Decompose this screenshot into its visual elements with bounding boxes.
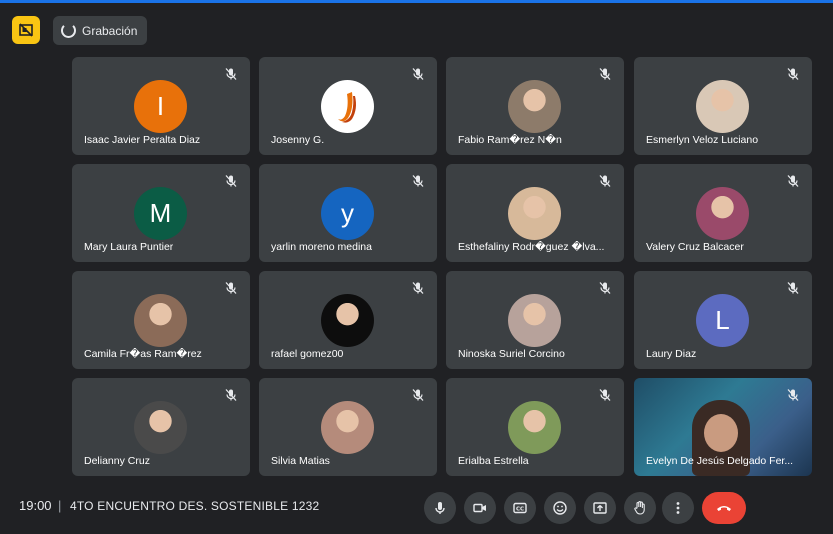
participant-tile[interactable]: Esthefaliny Rodr�guez �lva... xyxy=(446,164,624,262)
participant-tile[interactable]: M Mary Laura Puntier xyxy=(72,164,250,262)
participant-name: Esthefaliny Rodr�guez �lva... xyxy=(458,241,605,253)
leave-call-button[interactable] xyxy=(702,492,746,524)
participant-name: Laury Diaz xyxy=(646,348,697,360)
participant-name: Camila Fr�as Ram�rez xyxy=(84,348,202,360)
mic-muted-icon xyxy=(787,175,799,187)
participant-tile[interactable]: Camila Fr�as Ram�rez xyxy=(72,271,250,369)
mic-muted-icon xyxy=(225,389,237,401)
participant-tile[interactable]: y yarlin moreno medina xyxy=(259,164,437,262)
raise-hand-button[interactable] xyxy=(624,492,656,524)
participant-avatar: I xyxy=(134,80,187,133)
participant-name: rafael gomez00 xyxy=(271,348,344,360)
mic-icon xyxy=(435,502,445,514)
mic-muted-icon xyxy=(787,68,799,80)
more-options-button[interactable] xyxy=(662,492,694,524)
mic-muted-icon xyxy=(225,175,237,187)
bottom-toolbar: 19:00 | 4TO ENCUENTRO DES. SOSTENIBLE 12… xyxy=(0,486,833,534)
recording-indicator-button[interactable] xyxy=(12,16,40,44)
svg-text:CC: CC xyxy=(516,507,524,513)
reactions-button[interactable] xyxy=(544,492,576,524)
top-accent-bar xyxy=(0,0,833,3)
participant-name: Evelyn De Jesús Delgado Fer... xyxy=(646,455,794,467)
participant-avatar xyxy=(321,401,374,454)
participant-avatar xyxy=(508,294,561,347)
participant-tile[interactable]: Fabio Ram�rez N�n xyxy=(446,57,624,155)
captions-icon: CC xyxy=(513,502,527,514)
participant-avatar: y xyxy=(321,187,374,240)
mic-muted-icon xyxy=(412,389,424,401)
participant-avatar xyxy=(134,401,187,454)
participant-tile[interactable]: Silvia Matias xyxy=(259,378,437,476)
mic-muted-icon xyxy=(412,175,424,187)
mic-muted-icon xyxy=(412,282,424,294)
participant-avatar: L xyxy=(696,294,749,347)
emoji-icon xyxy=(553,501,567,515)
participant-avatar xyxy=(696,187,749,240)
participant-name: Isaac Javier Peralta Diaz xyxy=(84,134,201,146)
participant-avatar xyxy=(321,294,374,347)
participant-avatar: M xyxy=(134,187,187,240)
participant-avatar xyxy=(696,80,749,133)
participant-name: Esmerlyn Veloz Luciano xyxy=(646,134,759,146)
participant-avatar xyxy=(508,401,561,454)
mic-muted-icon xyxy=(225,282,237,294)
participant-name: Silvia Matias xyxy=(271,455,330,467)
mic-muted-icon xyxy=(599,175,611,187)
participant-face xyxy=(704,414,738,452)
mic-muted-icon xyxy=(412,68,424,80)
participant-tile[interactable]: rafael gomez00 xyxy=(259,271,437,369)
participant-name: Valery Cruz Balcacer xyxy=(646,241,744,253)
participant-tile[interactable]: Erialba Estrella xyxy=(446,378,624,476)
participant-tile[interactable]: Evelyn De Jesús Delgado Fer... xyxy=(634,378,812,476)
call-end-icon xyxy=(717,506,731,511)
mic-button[interactable] xyxy=(424,492,456,524)
participant-tile[interactable]: I Isaac Javier Peralta Diaz xyxy=(72,57,250,155)
participant-tile[interactable]: Ninoska Suriel Corcino xyxy=(446,271,624,369)
participant-name: Mary Laura Puntier xyxy=(84,241,174,253)
hand-icon xyxy=(634,501,645,515)
loading-spinner-icon xyxy=(61,23,76,38)
mic-muted-icon xyxy=(787,389,799,401)
participant-tile[interactable]: Valery Cruz Balcacer xyxy=(634,164,812,262)
mic-muted-icon xyxy=(225,68,237,80)
participant-name: Fabio Ram�rez N�n xyxy=(458,134,562,146)
camera-off-icon xyxy=(473,503,486,513)
participant-tile[interactable]: Esmerlyn Veloz Luciano xyxy=(634,57,812,155)
participant-name: Josenny G. xyxy=(271,134,325,146)
participant-tile[interactable]: Delianny Cruz xyxy=(72,378,250,476)
participant-avatar xyxy=(508,80,561,133)
participant-name: Erialba Estrella xyxy=(458,455,529,467)
logo-icon xyxy=(337,91,356,123)
participant-tile[interactable]: Josenny G. xyxy=(259,57,437,155)
participant-avatar xyxy=(508,187,561,240)
recording-status-pill[interactable]: Grabación xyxy=(53,16,148,45)
participant-name: Ninoska Suriel Corcino xyxy=(458,348,565,360)
participant-name: Delianny Cruz xyxy=(84,455,150,467)
participant-avatar xyxy=(321,80,374,133)
mic-muted-icon xyxy=(599,282,611,294)
present-screen-icon xyxy=(593,502,607,514)
present-button[interactable] xyxy=(584,492,616,524)
more-vert-icon xyxy=(676,502,680,514)
camera-button[interactable] xyxy=(464,492,496,524)
mic-muted-icon xyxy=(787,282,799,294)
participant-avatar xyxy=(134,294,187,347)
toolbar-separator: | xyxy=(58,498,62,513)
meeting-time: 19:00 xyxy=(19,498,52,513)
captions-button[interactable]: CC xyxy=(504,492,536,524)
recording-off-icon xyxy=(19,23,33,37)
participant-name: yarlin moreno medina xyxy=(271,241,372,253)
participant-tile[interactable]: L Laury Diaz xyxy=(634,271,812,369)
mic-muted-icon xyxy=(599,389,611,401)
meeting-title: 4TO ENCUENTRO DES. SOSTENIBLE 1232 xyxy=(70,499,320,513)
recording-label: Grabación xyxy=(82,23,138,38)
mic-muted-icon xyxy=(599,68,611,80)
